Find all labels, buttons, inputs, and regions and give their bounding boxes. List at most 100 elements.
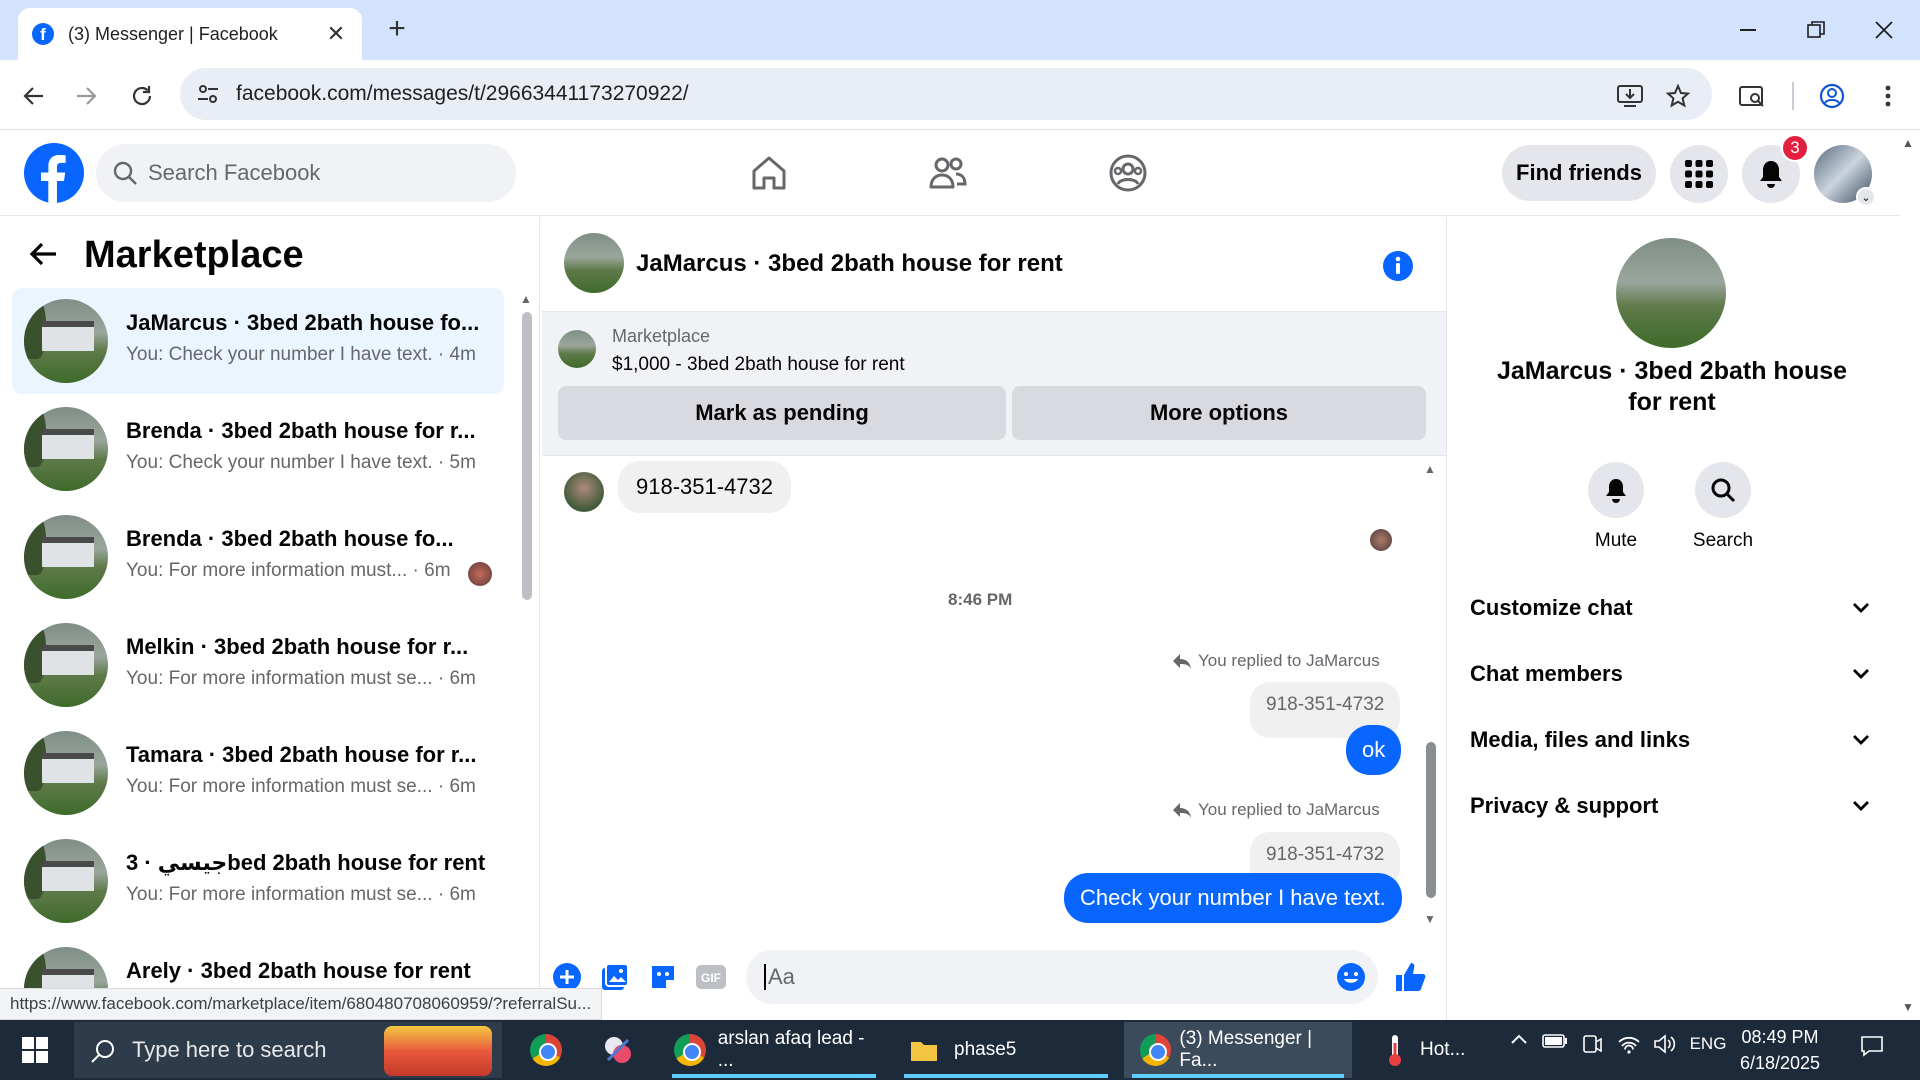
media-files-links-row[interactable]: Media, files and links	[1470, 715, 1880, 765]
facebook-logo-icon[interactable]	[24, 143, 84, 203]
gif-icon[interactable]: GIF	[694, 960, 728, 994]
section-label: Chat members	[1470, 661, 1623, 686]
install-app-icon[interactable]	[1612, 78, 1648, 114]
info-icon[interactable]	[1382, 250, 1414, 282]
minimize-window-button[interactable]	[1724, 10, 1772, 50]
taskbar-chrome-icon[interactable]	[518, 1022, 574, 1078]
message-timestamp: 8:46 PM	[948, 590, 1013, 609]
page-scroll-down-arrow-icon[interactable]: ▼	[1902, 1000, 1914, 1014]
privacy-support-row[interactable]: Privacy & support	[1470, 781, 1880, 831]
scroll-up-arrow-icon[interactable]: ▲	[520, 292, 532, 306]
reload-button[interactable]	[124, 78, 160, 114]
facebook-search-input[interactable]: Search Facebook	[96, 144, 516, 202]
wifi-icon[interactable]	[1614, 1034, 1644, 1054]
svg-text:GIF: GIF	[701, 971, 721, 985]
meet-now-icon[interactable]	[1578, 1034, 1606, 1056]
new-tab-button[interactable]: +	[380, 12, 414, 46]
search-icon	[112, 160, 138, 186]
chat-scrollbar[interactable]	[1426, 742, 1436, 898]
conversation-name: JaMarcus · 3bed 2bath house fo...	[126, 310, 480, 335]
like-thumb-icon[interactable]	[1394, 960, 1428, 994]
show-hidden-icons-chevron-up-icon[interactable]	[1506, 1034, 1532, 1044]
taskbar-app-file-explorer[interactable]: phase5	[896, 1022, 1116, 1078]
language-indicator[interactable]: ENG	[1686, 1034, 1730, 1054]
outgoing-message-bubble[interactable]: Check your number I have text.	[1064, 873, 1402, 923]
listing-thumbnail[interactable]	[558, 330, 596, 368]
mute-label: Mute	[1594, 530, 1638, 551]
search-icon	[90, 1038, 116, 1064]
search-placeholder: Search Facebook	[148, 160, 321, 185]
conversation-item[interactable]: Melkin · 3bed 2bath house for r... You: …	[12, 612, 504, 718]
listing-title[interactable]: $1,000 - 3bed 2bath house for rent	[612, 354, 905, 376]
outgoing-message-bubble[interactable]: ok	[1346, 725, 1402, 775]
chrome-icon	[674, 1034, 706, 1066]
taskbar-app-label: phase5	[954, 1039, 1017, 1060]
battery-icon[interactable]	[1540, 1034, 1570, 1048]
search-in-chat-button[interactable]: Search	[1683, 462, 1763, 552]
conversation-item[interactable]: Brenda · 3bed 2bath house for r... You: …	[12, 396, 504, 502]
photo-icon[interactable]	[598, 960, 632, 994]
notification-center-icon[interactable]	[1852, 1034, 1892, 1058]
volume-icon[interactable]	[1650, 1034, 1680, 1054]
reply-arrow-icon	[1173, 654, 1191, 669]
taskbar-app-chrome-arslan[interactable]: arslan afaq lead - ...	[664, 1022, 884, 1078]
more-options-button[interactable]: More options	[1012, 386, 1426, 440]
chat-avatar[interactable]	[564, 233, 624, 293]
site-info-icon[interactable]	[196, 82, 220, 106]
chat-title[interactable]: JaMarcus · 3bed 2bath house for rent	[636, 250, 1063, 278]
page-scroll-up-arrow-icon[interactable]: ▲	[1902, 136, 1914, 150]
forward-button[interactable]	[68, 78, 104, 114]
taskbar-clock[interactable]: 08:49 PM 6/18/2025	[1726, 1024, 1834, 1076]
sticker-icon[interactable]	[646, 960, 680, 994]
tab-close-icon[interactable]: ✕	[324, 21, 348, 47]
account-avatar[interactable]: ⌄	[1814, 145, 1876, 207]
folder-icon	[911, 1042, 937, 1061]
reply-label: You replied to JaMarcus	[1198, 800, 1380, 819]
back-button[interactable]	[16, 78, 52, 114]
restore-window-button[interactable]	[1792, 10, 1840, 50]
active-indicator	[672, 1074, 876, 1078]
conversation-preview: You: For more information must se... · 6…	[126, 776, 476, 797]
taskbar-snipping-tool-icon[interactable]	[590, 1022, 646, 1078]
conversation-item[interactable]: Tamara · 3bed 2bath house for r... You: …	[12, 720, 504, 826]
conversation-list-scrollbar[interactable]	[522, 312, 532, 600]
conversation-name: جيسي · 3bed 2bath house for rent	[126, 850, 486, 875]
taskbar-app-chrome-messenger[interactable]: (3) Messenger | Fa...	[1124, 1022, 1352, 1078]
conversation-item[interactable]: JaMarcus · 3bed 2bath house fo... You: C…	[12, 288, 504, 394]
menu-grid-icon[interactable]	[1670, 145, 1728, 203]
tab-search-icon[interactable]	[1734, 78, 1770, 114]
home-nav-icon[interactable]	[746, 150, 792, 196]
scroll-down-arrow-icon[interactable]: ▼	[1424, 912, 1436, 926]
listing-thumbnail	[24, 515, 108, 599]
emoji-icon[interactable]	[1334, 960, 1368, 994]
sender-avatar[interactable]	[564, 472, 604, 512]
close-window-button[interactable]	[1860, 10, 1908, 50]
mark-as-pending-button[interactable]: Mark as pending	[558, 386, 1006, 440]
profile-icon[interactable]	[1814, 78, 1850, 114]
taskbar-search-input[interactable]: Type here to search	[74, 1022, 502, 1078]
friends-nav-icon[interactable]	[925, 150, 971, 196]
incoming-message-bubble[interactable]: 918-351-4732	[618, 461, 792, 513]
conversation-item[interactable]: Arely · 3bed 2bath house for rent	[12, 936, 504, 988]
conversation-item[interactable]: Brenda · 3bed 2bath house fo... You: For…	[12, 504, 504, 610]
windows-start-icon[interactable]	[10, 1032, 60, 1068]
address-bar[interactable]: facebook.com/messages/t/2966344117327092…	[180, 68, 1712, 120]
conversation-item[interactable]: جيسي · 3bed 2bath house for rent You: Fo…	[12, 828, 504, 934]
bookmark-star-icon[interactable]	[1660, 78, 1696, 114]
find-friends-button[interactable]: Find friends	[1502, 145, 1656, 201]
chat-details-avatar[interactable]	[1616, 238, 1726, 348]
weather-label: Hot...	[1420, 1039, 1466, 1060]
customize-chat-row[interactable]: Customize chat	[1470, 583, 1880, 633]
scroll-up-arrow-icon[interactable]: ▲	[1424, 462, 1436, 476]
conversation-name: Brenda · 3bed 2bath house for r...	[126, 418, 476, 443]
text-cursor	[764, 964, 766, 990]
back-arrow-icon[interactable]	[28, 238, 60, 270]
taskbar-weather[interactable]: Hot...	[1384, 1022, 1494, 1078]
chat-members-row[interactable]: Chat members	[1470, 649, 1880, 699]
browser-tab-messenger[interactable]: f (3) Messenger | Facebook ✕	[18, 8, 362, 60]
mute-button[interactable]: Mute	[1576, 462, 1656, 552]
groups-nav-icon[interactable]	[1105, 150, 1151, 196]
message-input[interactable]: Aa	[746, 950, 1378, 1004]
clock-time: 08:49 PM	[1741, 1027, 1819, 1047]
browser-menu-icon[interactable]	[1870, 78, 1906, 114]
